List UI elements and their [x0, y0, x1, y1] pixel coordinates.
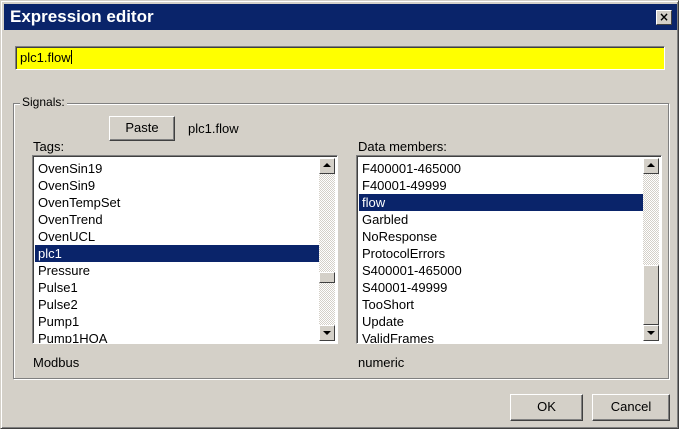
data-members-label: Data members:: [358, 139, 447, 154]
expression-editor-window: Expression editor × plc1.flow Signals: P…: [0, 0, 679, 429]
expression-input[interactable]: plc1.flow: [15, 46, 665, 70]
list-item[interactable]: ValidFrames: [359, 330, 643, 343]
member-type-label: numeric: [358, 355, 405, 370]
list-item[interactable]: F40001-49999: [359, 177, 643, 194]
ok-button[interactable]: OK: [510, 394, 583, 421]
tags-label: Tags:: [33, 139, 65, 154]
close-button[interactable]: ×: [656, 10, 672, 25]
scroll-down-arrow-icon: [323, 331, 331, 335]
tags-scroll-up-button[interactable]: [319, 158, 335, 174]
list-item[interactable]: OvenSin19: [35, 160, 319, 177]
list-item[interactable]: Pump1HOA: [35, 330, 319, 343]
expression-value: plc1.flow: [20, 50, 71, 65]
scroll-down-arrow-icon: [647, 331, 655, 335]
scroll-up-arrow-icon: [647, 163, 655, 167]
list-item[interactable]: Pump1: [35, 313, 319, 330]
members-scroll-thumb[interactable]: [643, 265, 659, 325]
list-item[interactable]: OvenTempSet: [35, 194, 319, 211]
tags-scrollbar[interactable]: [319, 158, 335, 341]
list-item[interactable]: NoResponse: [359, 228, 643, 245]
list-item[interactable]: Garbled: [359, 211, 643, 228]
scroll-up-arrow-icon: [323, 163, 331, 167]
tags-scroll-down-button[interactable]: [319, 325, 335, 341]
title-bar[interactable]: Expression editor ×: [4, 4, 677, 30]
list-item[interactable]: F400001-465000: [359, 160, 643, 177]
list-item[interactable]: plc1: [35, 245, 319, 262]
list-item[interactable]: OvenSin9: [35, 177, 319, 194]
signals-group-legend: Signals:: [20, 95, 67, 109]
data-members-list: F400001-465000 F40001-49999 flow Garbled NoR…: [359, 160, 643, 343]
list-item[interactable]: ProtocolErrors: [359, 245, 643, 262]
cancel-button[interactable]: Cancel: [592, 394, 670, 421]
tag-type-label: Modbus: [33, 355, 80, 370]
list-item[interactable]: TooShort: [359, 296, 643, 313]
members-scroll-up-button[interactable]: [643, 158, 659, 174]
list-item[interactable]: Update: [359, 313, 643, 330]
paste-button[interactable]: Paste: [109, 116, 175, 141]
data-members-listbox[interactable]: F400001-465000 F40001-49999 flow Garbled NoR…: [356, 155, 662, 344]
tags-listbox[interactable]: OvenSin19 OvenSin9 OvenTempSet OvenTrend Ove…: [32, 155, 338, 344]
selected-signal-label: plc1.flow: [188, 121, 239, 136]
tags-scroll-thumb[interactable]: [319, 272, 335, 283]
list-item[interactable]: S400001-465000: [359, 262, 643, 279]
list-item[interactable]: flow: [359, 194, 643, 211]
list-item[interactable]: Pressure: [35, 262, 319, 279]
list-item[interactable]: OvenUCL: [35, 228, 319, 245]
list-item[interactable]: Pulse2: [35, 296, 319, 313]
window-title: Expression editor: [10, 7, 154, 26]
text-caret: [70, 50, 72, 64]
list-item[interactable]: OvenTrend: [35, 211, 319, 228]
list-item[interactable]: Pulse1: [35, 279, 319, 296]
list-item[interactable]: S40001-49999: [359, 279, 643, 296]
data-members-scrollbar[interactable]: [643, 158, 659, 341]
members-scroll-down-button[interactable]: [643, 325, 659, 341]
tags-list: OvenSin19 OvenSin9 OvenTempSet OvenTrend Ove…: [35, 160, 319, 343]
